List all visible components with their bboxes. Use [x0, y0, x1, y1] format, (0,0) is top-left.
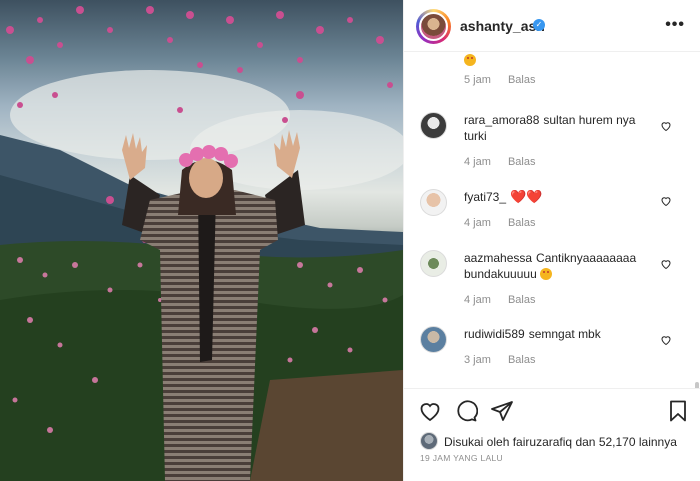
comments-list: 5 jam Balas rara_amora88 sultan hurem nya… [404, 52, 700, 388]
comment-time: 4 jam [464, 217, 491, 229]
commenter-avatar[interactable] [420, 250, 447, 277]
heart-eyes-emoji-icon [540, 268, 553, 280]
commenter-avatar[interactable] [420, 189, 447, 216]
like-comment-heart-icon[interactable] [660, 195, 672, 207]
likes-summary: Disukai oleh fairuzarafiq dan 52,170 lai… [420, 432, 677, 450]
likes-suffix: lainnya [638, 435, 677, 449]
comment-meta: 4 jam Balas [464, 294, 550, 306]
comment-body: ❤️❤️ [510, 189, 543, 204]
comment-username[interactable]: rara_amora88 [464, 113, 539, 127]
comment-time: 4 jam [464, 156, 491, 168]
comment-meta: 5 jam Balas [464, 74, 550, 86]
share-paper-plane-icon[interactable] [490, 399, 514, 423]
liker-avatar[interactable] [420, 432, 438, 450]
post-photo [0, 0, 403, 481]
reply-link[interactable]: Balas [508, 74, 536, 86]
comment-meta: 4 jam Balas [464, 156, 550, 168]
comment-item: rudiwidi589 semngat mbk 3 jam Balas [404, 326, 700, 386]
comment-username[interactable]: fyati73_ [464, 190, 506, 204]
commenter-avatar[interactable] [420, 326, 447, 353]
comment-time: 3 jam [464, 354, 491, 366]
like-comment-heart-icon[interactable] [660, 120, 672, 132]
comment-item: aazmahessa Cantiknyaaaaaaaa bundakuuuuu 4… [404, 248, 700, 308]
post-time-ago: 19 JAM YANG LALU [420, 453, 503, 463]
comment-username[interactable]: aazmahessa [464, 251, 532, 265]
comment-text [464, 52, 654, 68]
comment-meta: 3 jam Balas [464, 354, 550, 366]
grin-emoji-icon [464, 54, 476, 66]
comment-time: 4 jam [464, 294, 491, 306]
comment-text: aazmahessa Cantiknyaaaaaaaa bundakuuuuu [464, 250, 654, 282]
post-header: ashanty_ash ✓ ••• [404, 0, 700, 52]
comment-item: 5 jam Balas [404, 52, 700, 86]
more-options-icon[interactable]: ••• [665, 16, 685, 34]
like-comment-heart-icon[interactable] [660, 258, 672, 270]
reply-link[interactable]: Balas [508, 156, 536, 168]
reply-link[interactable]: Balas [508, 294, 536, 306]
like-comment-heart-icon[interactable] [660, 334, 672, 346]
liker-username[interactable]: fairuzarafiq [513, 435, 572, 449]
comment-text: rara_amora88 sultan hurem nya turki [464, 112, 654, 144]
commenter-avatar[interactable] [420, 112, 447, 139]
comment-meta: 4 jam Balas [464, 217, 550, 229]
comment-username[interactable]: rudiwidi589 [464, 327, 525, 341]
likes-connector: dan [575, 435, 596, 449]
comment-text: fyati73_ ❤️❤️ [464, 189, 654, 205]
author-avatar-image [419, 12, 448, 41]
photo-illustration [0, 6, 403, 481]
post-actions: Disukai oleh fairuzarafiq dan 52,170 lai… [404, 388, 700, 481]
like-heart-icon[interactable] [418, 399, 442, 423]
comment-time: 5 jam [464, 74, 491, 86]
reply-link[interactable]: Balas [508, 217, 536, 229]
comment-bubble-icon[interactable] [454, 399, 478, 423]
reply-link[interactable]: Balas [508, 354, 536, 366]
post-side-panel: ashanty_ash ✓ ••• 5 jam Balas rara_amora… [403, 0, 700, 481]
likes-count[interactable]: 52,170 [599, 435, 636, 449]
likes-prefix: Disukai oleh [444, 435, 510, 449]
verified-badge-icon: ✓ [533, 19, 545, 31]
comment-text: rudiwidi589 semngat mbk [464, 326, 654, 342]
author-avatar[interactable] [416, 9, 451, 44]
comment-item: rara_amora88 sultan hurem nya turki 4 jam… [404, 110, 700, 170]
comment-item: fyati73_ ❤️❤️ 4 jam Balas [404, 187, 700, 247]
save-bookmark-icon[interactable] [666, 399, 690, 423]
comment-body: semngat mbk [528, 327, 601, 341]
